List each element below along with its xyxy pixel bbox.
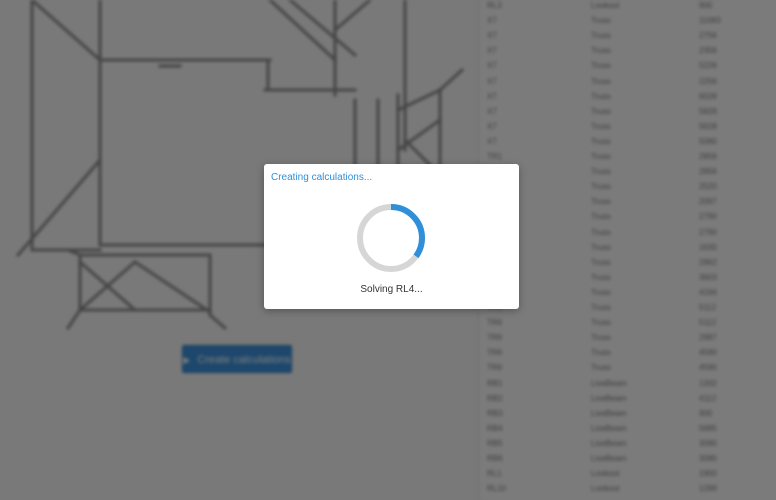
calculation-progress-dialog: Creating calculations... Solving RL4... <box>264 164 519 309</box>
loading-spinner-icon <box>357 204 425 272</box>
application-window: ▶ Create calculations RL3Lookout900X7Tru… <box>0 0 776 500</box>
dialog-title: Creating calculations... <box>271 172 373 183</box>
dialog-status-text: Solving RL4... <box>360 284 423 295</box>
modal-overlay: Creating calculations... Solving RL4... <box>0 0 776 500</box>
